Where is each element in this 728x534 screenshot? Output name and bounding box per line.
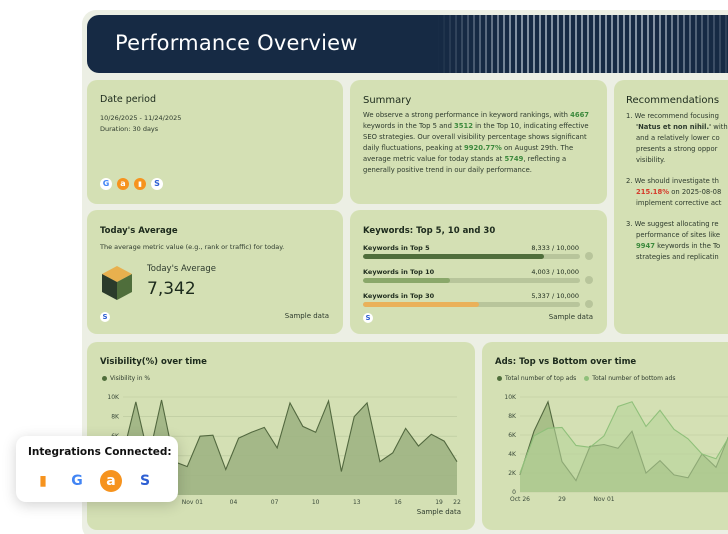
semrush-icon[interactable]: S [134,470,156,492]
x-tick-label: 13 [353,499,361,506]
integrations-title: Integrations Connected: [28,446,172,458]
date-range: 10/26/2025 - 11/24/2025 [100,114,182,122]
integrations-popup: Integrations Connected: ▮ G a S [16,436,178,502]
recommendations-title: Recommendations [626,95,720,106]
x-tick-label: 19 [435,499,443,506]
google-icon: G [100,178,112,190]
sample-data-label: Sample data [416,508,461,516]
date-period-title: Date period [100,94,156,105]
recommendations-list: 1. We recommend focusing 'Natus et non n… [626,111,728,263]
semrush-icon: S [100,312,110,322]
ahrefs-icon[interactable]: a [100,470,122,492]
progress-fill [363,278,450,283]
x-tick-label: 22 [453,499,461,506]
x-tick-label: 10 [312,499,320,506]
page-title: Performance Overview [115,31,358,55]
integration-icons: ▮ G a S [32,470,156,492]
recommendation-3: 3. We suggest allocating re [626,220,719,228]
todays-average-title: Today's Average [100,226,178,236]
x-tick-label: Nov 01 [593,496,614,503]
todays-average-description: The average metric value (e.g., rank or … [100,243,285,251]
y-tick-label: 8K [508,413,517,420]
header-banner: Performance Overview [87,15,728,73]
summary-card: Summary We observe a strong performance … [350,80,607,204]
summary-text: We observe a strong performance in keywo… [363,111,590,174]
x-tick-label: Nov 01 [182,499,203,506]
analytics-icon[interactable]: ▮ [32,470,54,492]
banner-pattern [437,15,728,73]
ads-chart: 10K 8K 6K 4K 2K 0Oct 26 29 Nov 01 [504,394,728,503]
date-period-card: Date period 10/26/2025 - 11/24/2025 Dura… [87,80,343,204]
date-source-icons: G a ▮ S [100,178,163,190]
y-tick-label: 0 [512,489,516,496]
x-tick-label: 16 [394,499,402,506]
sample-data-label: Sample data [548,313,593,321]
duration: Duration: 30 days [100,125,159,133]
y-tick-label: 10K [504,394,517,401]
x-tick-label: 04 [230,499,238,506]
semrush-icon: S [151,178,163,190]
todays-average-label: Today's Average [147,264,216,274]
y-tick-label: 10K [107,394,120,401]
keywords-title: Keywords: Top 5, 10 and 30 [363,226,496,236]
todays-average-value: 7,342 [147,279,196,299]
google-icon[interactable]: G [66,470,88,492]
recommendation-2: 2. We should investigate th [626,177,719,185]
x-tick-label: 29 [558,496,566,503]
y-tick-label: 2K [508,470,517,477]
cube-icon [102,266,132,300]
todays-average-card: Today's Average The average metric value… [87,210,343,334]
x-tick-label: Oct 26 [510,496,530,503]
y-tick-label: 4K [508,451,517,458]
progress-fill [363,254,544,259]
ahrefs-icon: a [117,178,129,190]
semrush-icon: S [363,313,373,323]
recommendation-1: 1. We recommend focusing [626,112,719,120]
keywords-card: Keywords: Top 5, 10 and 30 Keywords in T… [350,210,607,334]
analytics-icon: ▮ [134,178,146,190]
recommendations-card: Recommendations 1. We recommend focusing… [614,80,728,334]
summary-title: Summary [363,95,412,106]
y-tick-label: 6K [508,432,517,439]
x-tick-label: 07 [271,499,279,506]
sample-data-label: Sample data [284,312,329,320]
progress-fill [363,302,479,307]
ads-chart-card: Ads: Top vs Bottom over time Total numbe… [482,342,728,530]
y-tick-label: 8K [111,414,120,421]
